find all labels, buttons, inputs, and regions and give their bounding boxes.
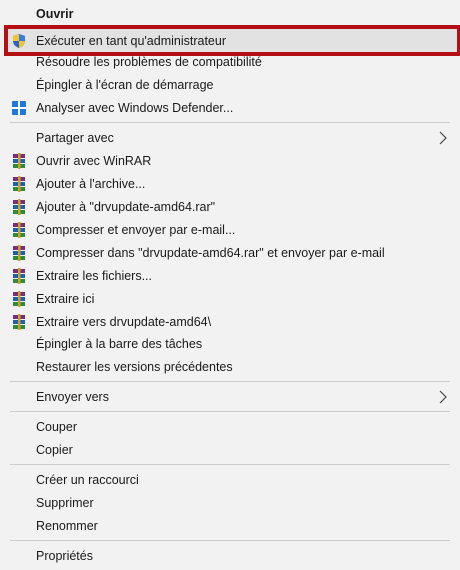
chevron-right-icon — [439, 390, 447, 403]
menu-item-extract-files[interactable]: Extraire les fichiers... — [0, 264, 460, 287]
menu-item-properties[interactable]: Propriétés — [0, 544, 460, 567]
menu-item-label: Extraire les fichiers... — [36, 268, 153, 283]
menu-item-label: Copier — [36, 442, 73, 457]
menu-separator — [10, 464, 450, 465]
menu-item-rename[interactable]: Renommer — [0, 514, 460, 537]
chevron-right-icon — [439, 131, 447, 144]
winrar-icon — [13, 221, 25, 238]
menu-item-delete[interactable]: Supprimer — [0, 491, 460, 514]
menu-item-label: Exécuter en tant qu'administrateur — [36, 33, 226, 48]
menu-item-label: Propriétés — [36, 548, 93, 563]
menu-item-share-with[interactable]: Partager avec — [0, 126, 460, 149]
menu-item-label: Compresser et envoyer par e-mail... — [36, 222, 236, 237]
winrar-icon — [13, 267, 25, 284]
menu-item-compress-and-email[interactable]: Compresser et envoyer par e-mail... — [0, 218, 460, 241]
menu-separator — [10, 122, 450, 123]
menu-item-label: Ajouter à l'archive... — [36, 176, 146, 191]
menu-item-label: Ajouter à "drvupdate-amd64.rar" — [36, 199, 216, 214]
menu-item-compress-to-rar-and-email[interactable]: Compresser dans "drvupdate-amd64.rar" et… — [0, 241, 460, 264]
menu-item-open-with-winrar[interactable]: Ouvrir avec WinRAR — [0, 149, 460, 172]
menu-item-restore-previous-versions[interactable]: Restaurer les versions précédentes — [0, 355, 460, 378]
menu-item-add-to-archive[interactable]: Ajouter à l'archive... — [0, 172, 460, 195]
menu-item-extract-to-folder[interactable]: Extraire vers drvupdate-amd64\ — [0, 310, 460, 333]
menu-separator — [10, 540, 450, 541]
menu-item-label: Compresser dans "drvupdate-amd64.rar" et… — [36, 245, 385, 260]
uac-shield-icon — [13, 33, 25, 48]
winrar-icon — [13, 152, 25, 169]
winrar-icon — [13, 244, 25, 261]
context-menu: Ouvrir Exécuter en tant qu'administrateu… — [0, 0, 460, 570]
menu-item-run-as-admin[interactable]: Exécuter en tant qu'administrateur — [0, 29, 460, 52]
menu-item-label: Extraire ici — [36, 291, 95, 306]
menu-item-label: Résoudre les problèmes de compatibilité — [36, 55, 262, 69]
menu-item-label: Couper — [36, 419, 77, 434]
winrar-icon — [13, 290, 25, 307]
menu-item-open[interactable]: Ouvrir — [0, 2, 460, 25]
winrar-icon — [13, 313, 25, 330]
menu-item-extract-here[interactable]: Extraire ici — [0, 287, 460, 310]
menu-item-label: Ouvrir — [36, 6, 74, 21]
menu-item-scan-defender[interactable]: Analyser avec Windows Defender... — [0, 96, 460, 119]
menu-separator — [10, 411, 450, 412]
menu-item-troubleshoot-compatibility[interactable]: Résoudre les problèmes de compatibilité — [0, 50, 460, 70]
menu-item-pin-to-taskbar[interactable]: Épingler à la barre des tâches — [0, 332, 460, 355]
menu-item-label: Renommer — [36, 518, 98, 533]
menu-item-label: Analyser avec Windows Defender... — [36, 100, 234, 115]
menu-item-label: Créer un raccourci — [36, 472, 139, 487]
menu-separator — [10, 381, 450, 382]
menu-item-label: Restaurer les versions précédentes — [36, 359, 233, 374]
menu-item-label: Supprimer — [36, 495, 94, 510]
menu-item-pin-to-start[interactable]: Épingler à l'écran de démarrage — [0, 73, 460, 96]
menu-item-cut[interactable]: Couper — [0, 415, 460, 438]
menu-item-label: Partager avec — [36, 130, 114, 145]
winrar-icon — [13, 198, 25, 215]
menu-item-label: Extraire vers drvupdate-amd64\ — [36, 314, 212, 329]
menu-item-label: Épingler à l'écran de démarrage — [36, 77, 214, 92]
menu-item-send-to[interactable]: Envoyer vers — [0, 385, 460, 408]
menu-item-add-to-rar[interactable]: Ajouter à "drvupdate-amd64.rar" — [0, 195, 460, 218]
menu-item-copy[interactable]: Copier — [0, 438, 460, 461]
windows-defender-icon — [12, 100, 26, 115]
menu-item-label: Ouvrir avec WinRAR — [36, 153, 152, 168]
menu-item-label: Envoyer vers — [36, 389, 109, 404]
menu-item-label: Épingler à la barre des tâches — [36, 336, 203, 351]
menu-item-create-shortcut[interactable]: Créer un raccourci — [0, 468, 460, 491]
winrar-icon — [13, 175, 25, 192]
